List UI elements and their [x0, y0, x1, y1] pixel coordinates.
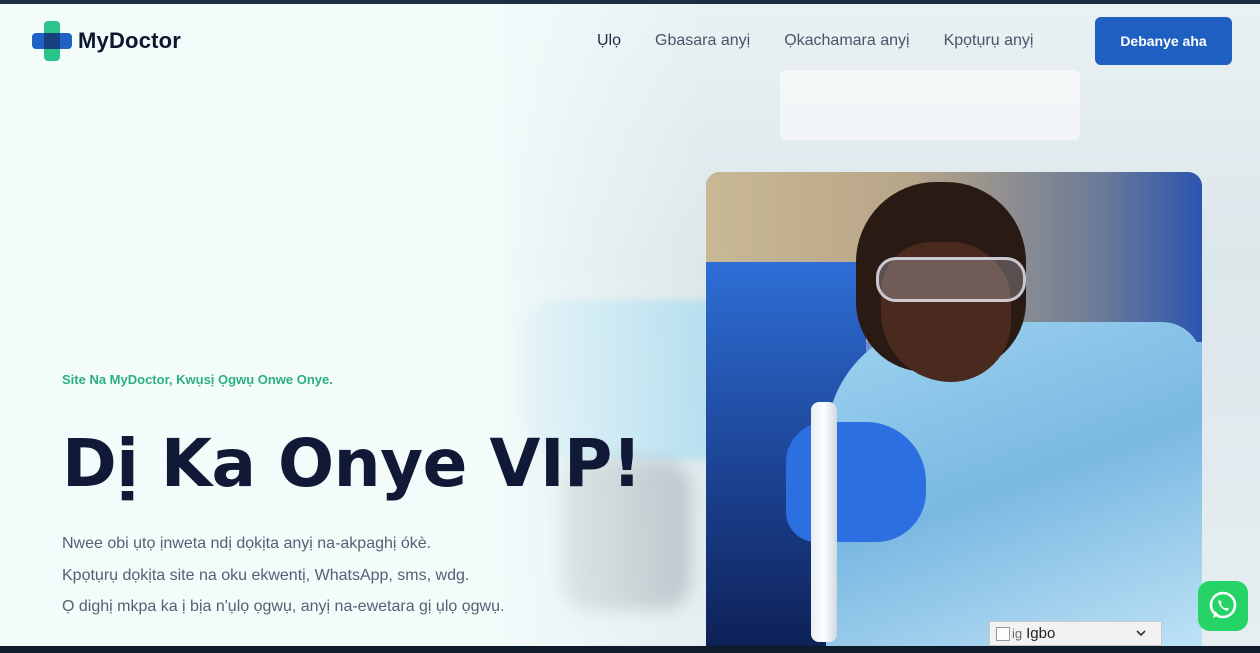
language-value: Igbo [1026, 625, 1056, 642]
nav-item-contact[interactable]: Kpọtụrụ anyị [944, 32, 1034, 50]
nav-item-home[interactable]: Ụlọ [597, 32, 621, 50]
medical-cross-icon [32, 21, 72, 61]
bottom-border [0, 646, 1260, 653]
flag-icon [996, 626, 1010, 641]
chevron-down-icon [1136, 630, 1146, 637]
hero-paragraph: Ọ dighị mkpa ka ị bịa n'ụlọ ọgwụ, anyị n… [62, 598, 505, 615]
nav-item-about[interactable]: Gbasara anyị [655, 32, 750, 50]
hero-eyebrow: Site Na MyDoctor, Kwụsị Ọgwụ Onwe Onye. [62, 372, 333, 387]
background-lab-shape [780, 70, 1080, 140]
hero-headline: Dị Ka Onye VIP! [62, 425, 642, 502]
site-logo[interactable]: MyDoctor [32, 21, 181, 61]
language-select[interactable]: ig Igbo [989, 621, 1162, 646]
hero-paragraph: Nwee obi ụtọ ịnweta ndị dọkịta anyị na-a… [62, 535, 432, 552]
hero-image-scientist [706, 172, 1202, 646]
background-fade [505, 4, 705, 646]
nav-item-doctors[interactable]: Ọkachamara anyị [784, 32, 909, 50]
whatsapp-button[interactable] [1198, 581, 1248, 631]
hero-paragraph: Kpọtụrụ dọkịta site na oku ekwentị, What… [62, 567, 470, 584]
flag-alt-text: ig [1012, 626, 1023, 641]
main-nav: Ụlọ Gbasara anyị Ọkachamara anyị Kpọtụrụ… [597, 32, 1067, 50]
whatsapp-icon [1209, 591, 1237, 619]
logo-text: MyDoctor [78, 28, 182, 53]
register-button[interactable]: Debanye aha [1095, 17, 1232, 65]
